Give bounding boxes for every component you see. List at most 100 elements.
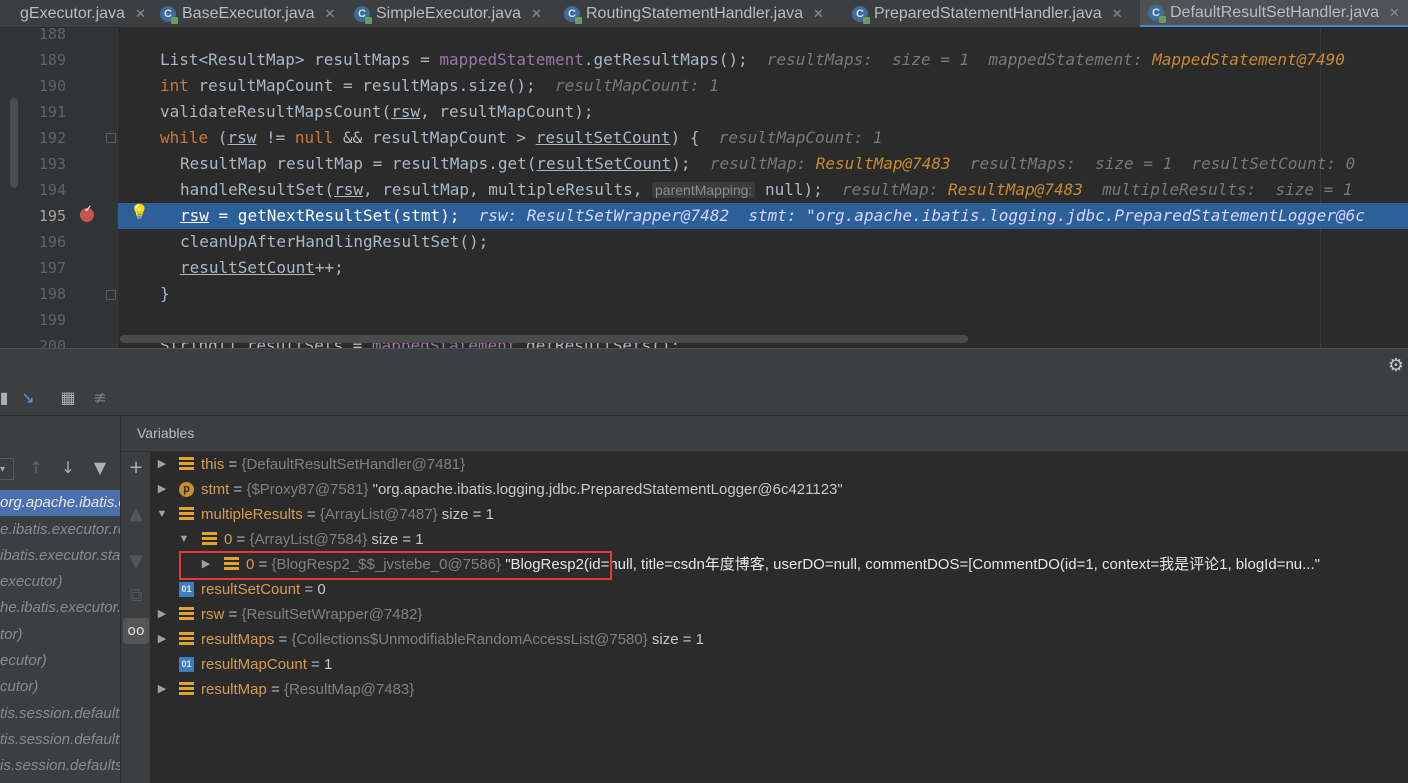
class-icon: C xyxy=(852,6,870,24)
expand-arrow-icon[interactable]: ▶ xyxy=(156,602,168,627)
variable-row-result-set-count[interactable]: 01 resultSetCount = 0 xyxy=(152,577,1408,602)
var-name: multipleResults xyxy=(201,506,303,523)
trace-icon[interactable]: ≢ xyxy=(90,388,110,408)
collapse-arrow-icon[interactable]: ▼ xyxy=(178,527,190,552)
tab-default-result-set-handler[interactable]: C DefaultResultSetHandler.java ✕ xyxy=(1140,0,1408,27)
copy-icon[interactable]: ⧉ xyxy=(126,586,146,606)
close-icon[interactable]: ✕ xyxy=(135,6,146,22)
object-icon xyxy=(202,532,217,547)
tab-executor[interactable]: gExecutor.java ✕ xyxy=(0,0,146,27)
expand-arrow-icon[interactable]: ▶ xyxy=(156,677,168,702)
tab-base-executor[interactable]: C BaseExecutor.java ✕ xyxy=(160,0,336,27)
class-icon: C xyxy=(1148,4,1166,23)
var-name: this xyxy=(201,456,225,473)
move-down-icon[interactable]: ▼ xyxy=(126,552,146,572)
frame-item[interactable]: executor) xyxy=(0,569,120,595)
line-number: 194 xyxy=(38,181,66,199)
var-type: {ArrayList@7487} xyxy=(319,506,438,523)
frame-item[interactable]: tor) xyxy=(0,622,120,648)
expand-arrow-icon[interactable]: ▶ xyxy=(156,452,168,477)
variable-row-result-map-count[interactable]: 01 resultMapCount = 1 xyxy=(152,652,1408,677)
variable-row-result-map[interactable]: ▶ resultMap = {ResultMap@7483} xyxy=(152,677,1408,702)
var-value: "org.apache.ibatis.logging.jdbc.Prepared… xyxy=(372,481,843,498)
line-number: 193 xyxy=(38,155,66,173)
object-icon xyxy=(179,457,194,472)
frame-item[interactable]: is.session.defaults xyxy=(0,753,120,779)
close-icon[interactable]: ✕ xyxy=(1389,5,1400,21)
evaluate-expression-icon[interactable]: ▦ xyxy=(58,388,78,408)
class-icon: C xyxy=(160,6,178,24)
line-number: 192 xyxy=(38,129,66,147)
frame-item[interactable]: ecutor) xyxy=(0,648,120,674)
variable-row-rsw[interactable]: ▶ rsw = {ResultSetWrapper@7482} xyxy=(152,602,1408,627)
var-name: rsw xyxy=(201,606,225,623)
arrow-up-icon[interactable]: ↑ xyxy=(26,458,46,478)
gear-icon[interactable]: ⚙ xyxy=(1388,355,1404,376)
close-icon[interactable]: ✕ xyxy=(325,6,336,22)
arrow-down-icon[interactable]: ↓ xyxy=(58,458,78,478)
code-line-190: int resultMapCount = resultMaps.size(); … xyxy=(160,76,719,95)
thread-dropdown[interactable]: ▾ xyxy=(0,458,14,480)
variable-row-this[interactable]: ▶ this = {DefaultResultSetHandler@7481} xyxy=(152,452,1408,477)
code-line-192: while (rsw != null && resultMapCount > r… xyxy=(160,128,883,147)
frame-item[interactable]: tis.session.defaults xyxy=(0,701,120,727)
tab-routing-statement-handler[interactable]: C RoutingStatementHandler.java ✕ xyxy=(564,0,824,27)
add-watch-icon[interactable]: + xyxy=(126,458,146,478)
debug-header-bar: ⚙ xyxy=(0,348,1408,382)
code-line-189: List<ResultMap> resultMaps = mappedState… xyxy=(160,50,1345,69)
frame-item[interactable]: cutor) xyxy=(0,674,120,700)
variables-title: Variables xyxy=(137,425,195,441)
line-number: 190 xyxy=(38,77,66,95)
fold-marker[interactable] xyxy=(106,133,116,143)
primitive-icon: 01 xyxy=(179,582,194,597)
tab-label: PreparedStatementHandler.java xyxy=(874,5,1102,22)
class-icon: C xyxy=(564,6,582,24)
variables-tree[interactable]: ▶ this = {DefaultResultSetHandler@7481} … xyxy=(152,452,1408,783)
variable-row-multiple-results[interactable]: ▼ multipleResults = {ArrayList@7487} siz… xyxy=(152,502,1408,527)
code-line-191: validateResultMapsCount(rsw, resultMapCo… xyxy=(160,102,594,121)
expand-arrow-icon[interactable]: ▶ xyxy=(156,627,168,652)
lightbulb-icon[interactable]: 💡 xyxy=(130,203,149,221)
code-editor[interactable]: 188 189 190 191 192 193 194 195 196 197 … xyxy=(0,28,1408,348)
move-up-icon[interactable]: ▲ xyxy=(126,504,146,524)
frame-item[interactable]: he.ibatis.executor.statement xyxy=(0,595,120,621)
object-icon xyxy=(179,507,194,522)
tab-simple-executor[interactable]: C SimpleExecutor.java ✕ xyxy=(354,0,542,27)
breakpoint-icon[interactable] xyxy=(80,204,94,222)
expand-arrow-icon[interactable]: ▶ xyxy=(156,477,168,502)
tab-label: DefaultResultSetHandler.java xyxy=(1170,3,1380,21)
line-number: 200 xyxy=(38,337,66,348)
filter-icon[interactable]: ▼ xyxy=(90,458,110,478)
var-type: {ResultSetWrapper@7482} xyxy=(241,606,423,623)
parameter-hint: parentMapping: xyxy=(652,182,756,198)
frame-item[interactable]: org.apache.ibatis.executor xyxy=(0,490,120,516)
object-icon xyxy=(179,682,194,697)
fold-marker[interactable] xyxy=(106,290,116,300)
run-to-cursor-icon[interactable]: ↘ xyxy=(18,388,38,408)
variable-row-stmt[interactable]: ▶ p stmt = {$Proxy87@7581} "org.apache.i… xyxy=(152,477,1408,502)
close-icon[interactable]: ✕ xyxy=(813,6,824,22)
var-type: {Collections$UnmodifiableRandomAccessLis… xyxy=(291,631,648,648)
code-line-198: } xyxy=(160,284,170,303)
collapse-arrow-icon[interactable]: ▼ xyxy=(156,502,168,527)
line-number: 189 xyxy=(38,51,66,69)
var-name: resultMapCount xyxy=(201,656,307,673)
debug-toolbar: ▮ ↘ ▦ ≢ xyxy=(0,382,1408,416)
var-value: size = 1 xyxy=(651,631,705,648)
close-icon[interactable]: ✕ xyxy=(531,6,542,22)
show-watches-icon[interactable]: oo xyxy=(123,618,149,644)
frame-item[interactable]: tis.session.defaults xyxy=(0,727,120,753)
horizontal-scrollbar[interactable] xyxy=(120,335,968,343)
editor-tab-bar: gExecutor.java ✕ C BaseExecutor.java ✕ C… xyxy=(0,0,1408,28)
close-icon[interactable]: ✕ xyxy=(1112,6,1123,22)
line-number-gutter[interactable]: 188 189 190 191 192 193 194 195 196 197 … xyxy=(0,28,118,348)
frame-item[interactable]: e.ibatis.executor.resultset xyxy=(0,517,120,543)
frame-item[interactable]: ibatis.executor.statement xyxy=(0,543,120,569)
left-scroll-thumb[interactable] xyxy=(10,98,18,188)
var-name: 0 xyxy=(224,531,233,548)
variable-row-index-0[interactable]: ▼ 0 = {ArrayList@7584} size = 1 xyxy=(152,527,1408,552)
step-over-icon[interactable]: ▮ xyxy=(0,388,14,408)
tab-prepared-statement-handler[interactable]: C PreparedStatementHandler.java ✕ xyxy=(852,0,1123,27)
frames-toolbar: ▾ ↑ ↓ ▼ xyxy=(0,454,120,484)
variable-row-result-maps[interactable]: ▶ resultMaps = {Collections$Unmodifiable… xyxy=(152,627,1408,652)
